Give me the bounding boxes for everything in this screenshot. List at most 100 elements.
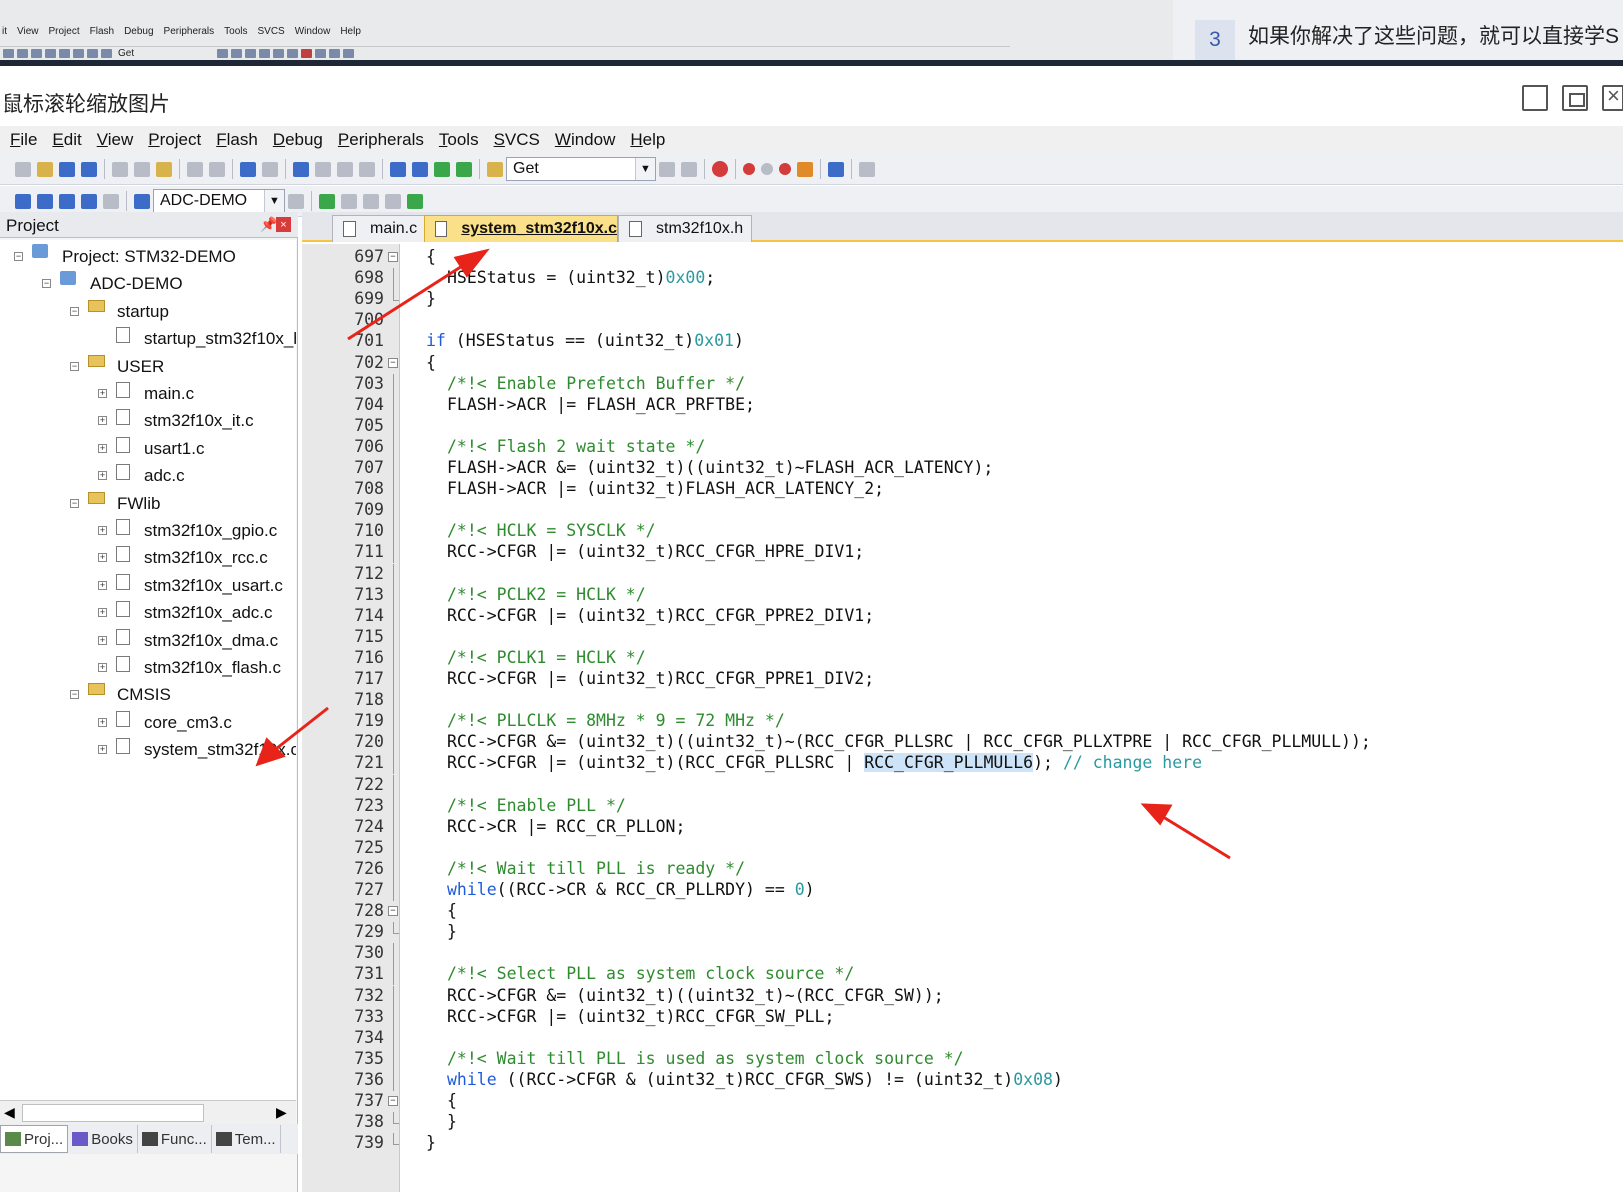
menu-peripherals[interactable]: Peripherals <box>338 130 424 150</box>
paste-icon[interactable] <box>156 161 172 177</box>
window-layout-icon[interactable] <box>828 161 844 177</box>
configure-icon[interactable] <box>797 161 813 177</box>
build-icon[interactable] <box>37 193 53 209</box>
menu-debug[interactable]: Debug <box>273 130 323 150</box>
open-file-icon[interactable] <box>37 161 53 177</box>
menu-flash[interactable]: Flash <box>216 130 258 150</box>
tree-item[interactable]: system_stm32f10x.c <box>116 737 296 763</box>
copy-icon[interactable] <box>134 161 150 177</box>
breakpoint-icon[interactable] <box>743 163 755 175</box>
tree-item[interactable]: startup <box>88 299 169 325</box>
expand-toggle-icon[interactable]: + <box>98 608 107 618</box>
chevron-down-icon[interactable]: ▼ <box>264 190 284 212</box>
chevron-down-icon[interactable]: ▼ <box>635 158 655 180</box>
pane-tab[interactable]: Proj... <box>0 1125 69 1153</box>
undo-icon[interactable] <box>187 161 203 177</box>
tree-item[interactable]: CMSIS <box>88 682 171 708</box>
expand-toggle-icon[interactable]: + <box>98 635 107 645</box>
expand-toggle-icon[interactable]: + <box>98 471 107 481</box>
fold-toggle-icon[interactable]: − <box>388 252 398 262</box>
manage-books-icon[interactable] <box>341 193 357 209</box>
collapse-toggle-icon[interactable]: − <box>70 306 79 316</box>
tree-item[interactable]: startup_stm32f10x_h <box>116 326 296 352</box>
incremental-find-icon[interactable] <box>681 161 697 177</box>
new-file-icon[interactable] <box>15 161 31 177</box>
comment-icon[interactable] <box>434 161 450 177</box>
disable-breakpoint-icon[interactable] <box>761 163 773 175</box>
tab-system-stm32f10x-c[interactable]: system_stm32f10x.c <box>424 215 618 242</box>
tree-item[interactable]: stm32f10x_dma.c <box>116 628 278 654</box>
tree-item[interactable]: ADC-DEMO <box>60 271 183 297</box>
target-options-icon[interactable] <box>288 193 304 209</box>
next-bookmark-icon[interactable] <box>337 161 353 177</box>
menu-svcs[interactable]: SVCS <box>494 130 540 150</box>
collapse-toggle-icon[interactable]: − <box>70 361 79 371</box>
debug-session-icon[interactable] <box>712 161 728 177</box>
expand-toggle-icon[interactable]: + <box>98 745 107 755</box>
expand-toggle-icon[interactable]: + <box>98 580 107 590</box>
expand-toggle-icon[interactable]: + <box>98 416 107 426</box>
horizontal-scrollbar[interactable]: ◀ ▶ <box>0 1100 296 1124</box>
prev-bookmark-icon[interactable] <box>315 161 331 177</box>
fold-toggle-icon[interactable]: − <box>388 906 398 917</box>
maximize-icon[interactable] <box>1562 85 1588 111</box>
clear-bookmarks-icon[interactable] <box>359 161 375 177</box>
expand-toggle-icon[interactable]: + <box>98 717 107 727</box>
menu-view[interactable]: View <box>97 130 134 150</box>
menu-window[interactable]: Window <box>555 130 615 150</box>
close-icon[interactable]: × <box>1602 83 1623 111</box>
menu-help[interactable]: Help <box>630 130 665 150</box>
run-time-env-icon[interactable] <box>407 193 423 209</box>
fold-toggle-icon[interactable]: − <box>388 357 398 368</box>
find-icon[interactable] <box>659 161 675 177</box>
find-combo[interactable]: Get ▼ <box>506 157 656 181</box>
tree-item[interactable]: main.c <box>116 381 194 407</box>
stop-build-icon[interactable] <box>103 193 119 209</box>
expand-toggle-icon[interactable]: + <box>98 443 107 453</box>
code-area[interactable]: 697−{698 HSEStatus = (uint32_t)0x00; 699} 7… <box>302 244 1623 1192</box>
unindent-icon[interactable] <box>412 161 428 177</box>
menu-edit[interactable]: Edit <box>52 130 81 150</box>
nav-forward-icon[interactable] <box>262 161 278 177</box>
batch-build-icon[interactable] <box>81 193 97 209</box>
tree-item[interactable]: stm32f10x_rcc.c <box>116 545 268 571</box>
scroll-thumb[interactable] <box>22 1104 204 1122</box>
wrench-icon[interactable] <box>859 161 875 177</box>
find-in-files-icon[interactable] <box>487 161 503 177</box>
close-pane-icon[interactable]: × <box>276 217 291 232</box>
open-external-icon[interactable] <box>1522 85 1548 111</box>
collapse-toggle-icon[interactable]: − <box>14 252 23 261</box>
menu-project[interactable]: Project <box>148 130 201 150</box>
scroll-left-icon[interactable]: ◀ <box>4 1104 15 1121</box>
manage-components-icon[interactable] <box>319 193 335 209</box>
redo-icon[interactable] <box>209 161 225 177</box>
tree-item[interactable]: stm32f10x_gpio.c <box>116 518 277 544</box>
expand-toggle-icon[interactable]: + <box>98 389 107 398</box>
collapse-toggle-icon[interactable]: − <box>70 498 79 508</box>
bookmark-icon[interactable] <box>293 161 309 177</box>
save-all-icon[interactable] <box>81 161 97 177</box>
target-combo[interactable]: ADC-DEMO ▼ <box>153 189 285 213</box>
menu-file[interactable]: File <box>10 130 37 150</box>
collapse-toggle-icon[interactable]: − <box>42 279 51 289</box>
select-packs-icon[interactable] <box>363 193 379 209</box>
tree-item[interactable]: Project: STM32-DEMO <box>32 244 236 270</box>
tree-item[interactable]: usart1.c <box>116 436 204 462</box>
kill-breakpoints-icon[interactable] <box>779 163 791 175</box>
cut-icon[interactable] <box>112 161 128 177</box>
pane-tab[interactable]: Tem... <box>212 1125 281 1153</box>
scroll-right-icon[interactable]: ▶ <box>276 1104 287 1121</box>
tree-item[interactable]: stm32f10x_flash.c <box>116 655 281 681</box>
expand-toggle-icon[interactable]: + <box>98 663 107 672</box>
menu-tools[interactable]: Tools <box>439 130 479 150</box>
collapse-toggle-icon[interactable]: − <box>70 690 79 700</box>
save-icon[interactable] <box>59 161 75 177</box>
tree-item[interactable]: stm32f10x_usart.c <box>116 573 283 599</box>
nav-back-icon[interactable] <box>240 161 256 177</box>
fold-toggle-icon[interactable]: − <box>388 1096 398 1106</box>
download-icon[interactable] <box>134 193 150 209</box>
expand-toggle-icon[interactable]: + <box>98 526 107 535</box>
tree-item[interactable]: adc.c <box>116 463 185 489</box>
tree-item[interactable]: FWlib <box>88 491 160 517</box>
tree-item[interactable]: stm32f10x_adc.c <box>116 600 273 626</box>
